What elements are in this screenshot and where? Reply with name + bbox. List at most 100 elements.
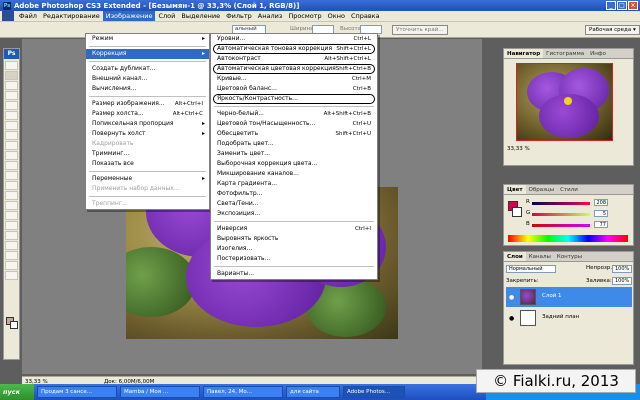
adjustments-item[interactable]: Микширование каналов... xyxy=(211,169,377,179)
image-menu-item[interactable]: Создать дубликат... xyxy=(86,64,209,74)
color-bg-swatch[interactable] xyxy=(512,207,522,217)
green-slider[interactable]: G 5 xyxy=(526,210,616,218)
eye-icon[interactable]: ● xyxy=(509,294,514,301)
adjustments-item[interactable]: Варианты... xyxy=(211,269,377,279)
adjustments-item[interactable]: Выборочная коррекция цвета... xyxy=(211,159,377,169)
ps-menu-icon[interactable] xyxy=(2,11,14,21)
menu-edit[interactable]: Редактирование xyxy=(40,11,103,21)
blue-value[interactable]: 77 xyxy=(594,221,608,228)
adjustments-item[interactable]: Кривые... Ctrl+M xyxy=(211,74,377,84)
image-menu-item[interactable]: Попиксельная пропорция ▸ xyxy=(86,119,209,129)
taskbar-item[interactable]: Mamba / Моя ... xyxy=(120,386,200,398)
tab-channels[interactable]: Каналы xyxy=(526,252,554,261)
adjustments-item[interactable]: Изогелия... xyxy=(211,244,377,254)
adjustments-item[interactable]: Яркость/Контрастность... xyxy=(211,94,377,104)
shape-tool-icon[interactable] xyxy=(5,231,18,240)
adjustments-item[interactable]: Обесцветить Shift+Ctrl+U xyxy=(211,129,377,139)
image-menu-item[interactable]: Переменные ▸ xyxy=(86,174,209,184)
blur-tool-icon[interactable] xyxy=(5,181,18,190)
adjustments-item[interactable]: Черно-белый... Alt+Shift+Ctrl+B xyxy=(211,109,377,119)
path-select-tool-icon[interactable] xyxy=(5,221,18,230)
adjustments-item[interactable]: Экспозиция... xyxy=(211,209,377,219)
image-menu-item[interactable]: Показать все xyxy=(86,159,209,169)
tab-navigator[interactable]: Навигатор xyxy=(504,49,544,58)
type-tool-icon[interactable] xyxy=(5,211,18,220)
dodge-tool-icon[interactable] xyxy=(5,191,18,200)
tab-styles[interactable]: Стили xyxy=(557,185,581,194)
menu-view[interactable]: Просмотр xyxy=(285,11,324,21)
brush-tool-icon[interactable] xyxy=(5,131,18,140)
tab-layers[interactable]: Слои xyxy=(504,252,526,261)
fill-field[interactable]: 100% xyxy=(612,277,632,285)
refine-edge-button[interactable]: Уточнить край... xyxy=(392,25,448,35)
taskbar-item[interactable]: Продам 3 сансе... xyxy=(37,386,117,398)
pen-tool-icon[interactable] xyxy=(5,201,18,210)
start-button[interactable]: пуск xyxy=(0,384,34,400)
adjustments-item[interactable]: Выровнять яркость xyxy=(211,234,377,244)
taskbar-item[interactable]: Павел, 24, Мо... xyxy=(203,386,283,398)
navigator-zoom[interactable]: 33,33 % xyxy=(507,146,530,152)
adjustments-item[interactable]: Уровни... Ctrl+L xyxy=(211,34,377,44)
opacity-field[interactable]: 100% xyxy=(612,265,632,273)
adjustments-item[interactable]: Постеризовать... xyxy=(211,254,377,264)
green-value[interactable]: 5 xyxy=(594,210,608,217)
image-menu-item[interactable]: Размер изображения... Alt+Ctrl+I xyxy=(86,99,209,109)
move-tool-icon[interactable] xyxy=(5,61,18,70)
menu-image[interactable]: Изображение xyxy=(102,11,156,21)
menu-help[interactable]: Справка xyxy=(348,11,383,21)
stamp-tool-icon[interactable] xyxy=(5,141,18,150)
navigator-preview[interactable] xyxy=(516,63,613,141)
image-menu-item[interactable]: Тримминг... xyxy=(86,149,209,159)
gradient-tool-icon[interactable] xyxy=(5,171,18,180)
close-button[interactable]: × xyxy=(628,1,638,10)
eye-icon[interactable]: ● xyxy=(509,315,514,322)
red-value[interactable]: 208 xyxy=(594,199,608,206)
adjustments-item[interactable]: Подобрать цвет... xyxy=(211,139,377,149)
adjustments-item[interactable]: Фотофильтр... xyxy=(211,189,377,199)
adjustments-item[interactable]: Автоматическая цветовая коррекция Shift+C… xyxy=(211,64,377,74)
adjustments-item[interactable]: Света/Тени... xyxy=(211,199,377,209)
crop-tool-icon[interactable] xyxy=(5,101,18,110)
adjustments-item[interactable]: Цветовой баланс... Ctrl+B xyxy=(211,84,377,94)
eraser-tool-icon[interactable] xyxy=(5,161,18,170)
tab-paths[interactable]: Контуры xyxy=(554,252,585,261)
tab-info[interactable]: Инфо xyxy=(587,49,609,58)
healing-tool-icon[interactable] xyxy=(5,121,18,130)
menu-layer[interactable]: Слой xyxy=(155,11,178,21)
menu-select[interactable]: Выделение xyxy=(178,11,223,21)
magic-wand-tool-icon[interactable] xyxy=(5,91,18,100)
notes-tool-icon[interactable] xyxy=(5,241,18,250)
adjustments-item[interactable]: Инверсия Ctrl+I xyxy=(211,224,377,234)
image-menu-item[interactable]: Вычисления... xyxy=(86,84,209,94)
color-ramp[interactable] xyxy=(508,235,628,242)
adjustments-item[interactable]: Автоматическая тоновая коррекция Shift+Ct… xyxy=(211,44,377,54)
marquee-tool-icon[interactable] xyxy=(5,71,18,80)
image-menu-item[interactable]: Повернуть холст ▸ xyxy=(86,129,209,139)
image-menu-item[interactable]: Размер холста... Alt+Ctrl+C xyxy=(86,109,209,119)
menu-file[interactable]: Файл xyxy=(16,11,40,21)
slice-tool-icon[interactable] xyxy=(5,111,18,120)
blend-mode-select[interactable]: Нормальный xyxy=(506,265,556,273)
workspace-button[interactable]: Рабочая среда ▾ xyxy=(585,25,640,35)
tab-color[interactable]: Цвет xyxy=(504,185,526,194)
layer-name[interactable]: Слой 1 xyxy=(542,293,562,299)
taskbar-item[interactable]: Adobe Photos... xyxy=(343,386,405,398)
tab-swatches[interactable]: Образцы xyxy=(526,185,558,194)
menu-analysis[interactable]: Анализ xyxy=(255,11,286,21)
eyedropper-tool-icon[interactable] xyxy=(5,251,18,260)
menu-window[interactable]: Окно xyxy=(325,11,348,21)
adjustments-item[interactable]: Автоконтраст Alt+Shift+Ctrl+L xyxy=(211,54,377,64)
lasso-tool-icon[interactable] xyxy=(5,81,18,90)
zoom-tool-icon[interactable] xyxy=(5,271,18,280)
layer-row-1[interactable]: ● Слой 1 xyxy=(506,287,632,307)
adjustments-item[interactable]: Цветовой тон/Насыщенность... Ctrl+U xyxy=(211,119,377,129)
minimize-button[interactable]: _ xyxy=(606,1,616,10)
layer-row-background[interactable]: ● Задний план xyxy=(506,308,632,328)
taskbar-item[interactable]: для сайта xyxy=(286,386,340,398)
background-color-swatch[interactable] xyxy=(10,321,18,329)
tab-histogram[interactable]: Гистограмма xyxy=(543,49,587,58)
blue-slider[interactable]: B 77 xyxy=(526,221,616,229)
layer-name[interactable]: Задний план xyxy=(542,314,579,320)
maximize-button[interactable]: □ xyxy=(617,1,627,10)
menu-filter[interactable]: Фильтр xyxy=(223,11,255,21)
